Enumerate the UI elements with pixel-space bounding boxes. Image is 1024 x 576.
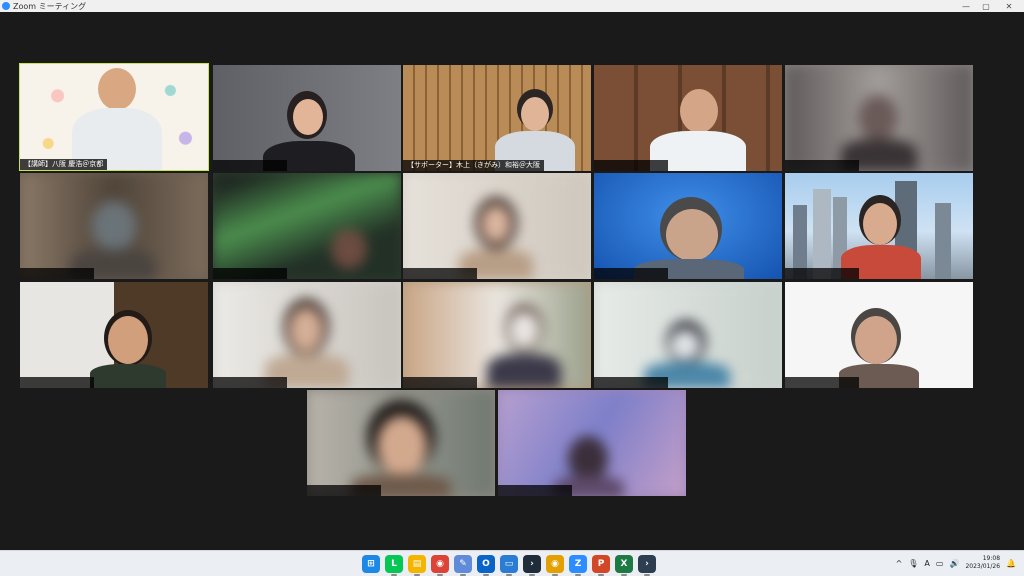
window-titlebar: Zoom ミーティング — ▢ ✕ xyxy=(0,0,1024,12)
notification-icon[interactable]: 🔔 xyxy=(1006,559,1016,568)
video-tile[interactable] xyxy=(785,282,973,388)
participant-name-label xyxy=(594,268,668,279)
chrome-profile-icon[interactable]: ◉ xyxy=(546,555,564,576)
participant-name-label xyxy=(213,377,287,388)
video-tile[interactable] xyxy=(594,173,782,279)
window-title: Zoom ミーティング xyxy=(13,1,87,11)
line-icon[interactable]: L xyxy=(385,555,403,576)
video-tile[interactable] xyxy=(307,390,495,496)
video-tile[interactable] xyxy=(403,282,591,388)
windows-start-icon[interactable]: ⊞ xyxy=(362,555,380,573)
outlook-icon[interactable]: O xyxy=(477,555,495,576)
participant-name-label xyxy=(213,268,287,279)
file-explorer-icon[interactable]: ▤ xyxy=(408,555,426,576)
video-tile[interactable] xyxy=(403,173,591,279)
chrome-icon[interactable]: ◉ xyxy=(431,555,449,576)
taskbar: ⊞ L ▤ ◉ ✎ O ▭ › ◉ Z P X › ^ 🎙 A ▭ 🔊 19:08 2023/01/26… xyxy=(0,550,1024,576)
participant-name-label xyxy=(498,485,572,496)
participant-name-label xyxy=(785,377,859,388)
video-tile[interactable] xyxy=(20,282,208,388)
volume-icon[interactable]: 🔊 xyxy=(949,559,959,568)
video-tile[interactable] xyxy=(213,173,401,279)
video-tile[interactable] xyxy=(213,65,401,171)
microphone-icon[interactable]: 🎙 xyxy=(908,559,918,568)
participant-name-label xyxy=(785,160,859,171)
close-button[interactable]: ✕ xyxy=(998,0,1020,12)
ime-indicator[interactable]: A xyxy=(924,559,929,568)
video-tile[interactable]: 【サポーター】木上（きがみ）和裕＠大阪 xyxy=(403,65,591,171)
participant-name-label xyxy=(594,377,668,388)
zoom-logo-icon xyxy=(2,2,10,10)
participant-name-label xyxy=(594,160,668,171)
system-tray: ^ 🎙 A ▭ 🔊 19:08 2023/01/26 🔔 xyxy=(896,555,1016,571)
terminal-2-icon[interactable]: › xyxy=(638,555,656,576)
clock[interactable]: 19:08 2023/01/26 xyxy=(965,555,1000,571)
participant-name-label xyxy=(20,377,94,388)
clock-date: 2023/01/26 xyxy=(965,563,1001,570)
participant-name-label: 【講師】八阪 慶浩＠京都 xyxy=(20,159,108,170)
participant-name-label xyxy=(785,268,859,279)
network-icon[interactable]: ▭ xyxy=(936,559,944,568)
video-tile[interactable] xyxy=(785,65,973,171)
notepad-icon[interactable]: ✎ xyxy=(454,555,472,576)
participant-name-label: 【サポーター】木上（きがみ）和裕＠大阪 xyxy=(403,160,544,171)
tray-overflow-icon[interactable]: ^ xyxy=(896,559,903,568)
maximize-button[interactable]: ▢ xyxy=(975,0,997,12)
participant-name-label xyxy=(307,485,381,496)
participant-name-label xyxy=(403,268,477,279)
video-tile[interactable] xyxy=(594,65,782,171)
video-tile[interactable] xyxy=(594,282,782,388)
taskbar-apps: ⊞ L ▤ ◉ ✎ O ▭ › ◉ Z P X › xyxy=(362,555,656,576)
video-tile[interactable] xyxy=(20,173,208,279)
zoom-icon[interactable]: Z xyxy=(569,555,587,576)
video-tile[interactable] xyxy=(213,282,401,388)
gallery-view: 【講師】八阪 慶浩＠京都 【サポーター】木上（きがみ）和裕＠大阪 xyxy=(0,12,1024,550)
remote-desktop-icon[interactable]: ▭ xyxy=(500,555,518,576)
participant-name-label xyxy=(403,377,477,388)
video-tile[interactable] xyxy=(785,173,973,279)
powerpoint-icon[interactable]: P xyxy=(592,555,610,576)
excel-icon[interactable]: X xyxy=(615,555,633,576)
video-tile[interactable] xyxy=(498,390,686,496)
terminal-icon[interactable]: › xyxy=(523,555,541,576)
video-tile-host[interactable]: 【講師】八阪 慶浩＠京都 xyxy=(19,63,209,171)
clock-time: 19:08 xyxy=(982,555,1001,562)
minimize-button[interactable]: — xyxy=(955,0,977,12)
participant-name-label xyxy=(20,268,94,279)
participant-name-label xyxy=(213,160,287,171)
